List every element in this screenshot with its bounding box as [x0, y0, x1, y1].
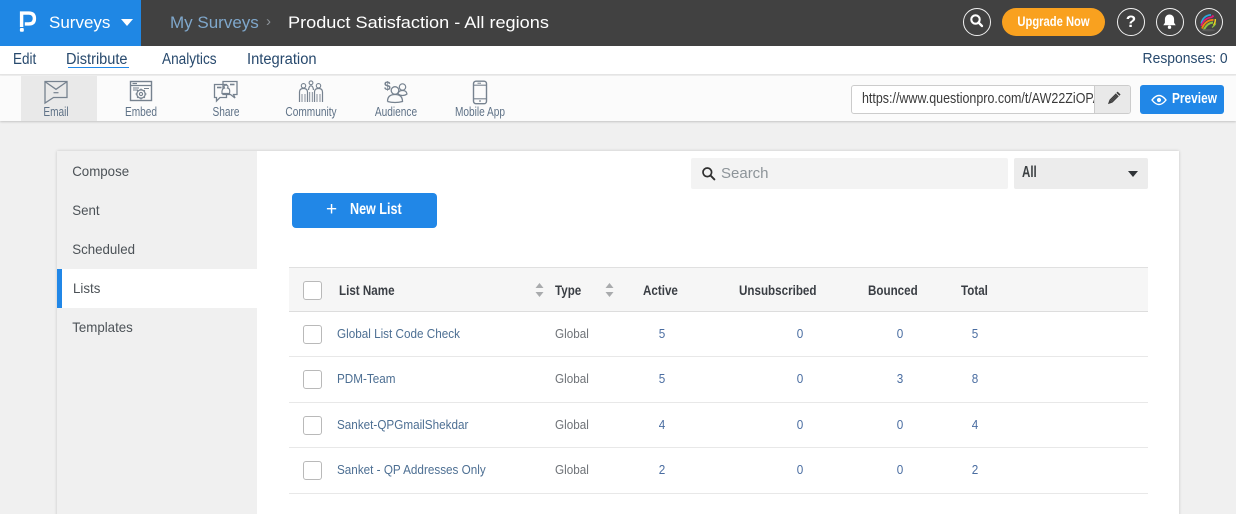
- svg-text:$: $: [384, 80, 391, 93]
